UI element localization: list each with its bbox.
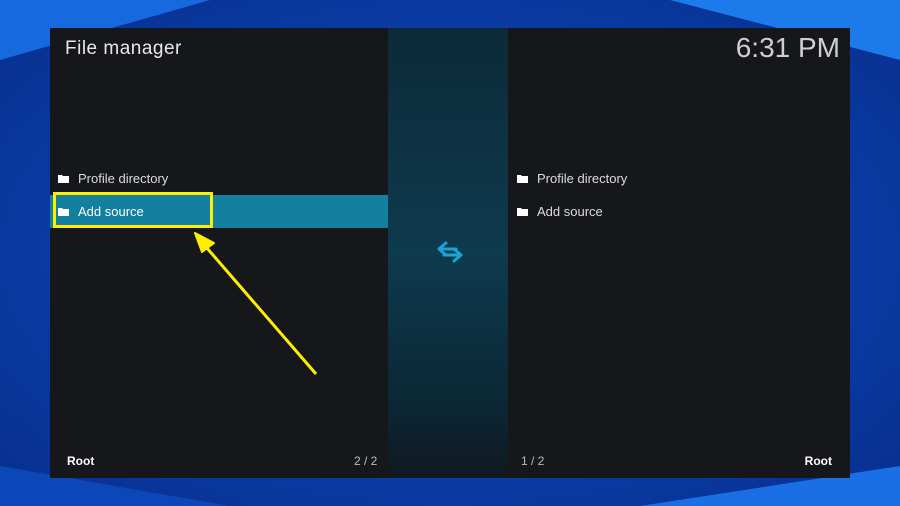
file-manager-window: File manager 6:31 PM Profile directory A… [50,28,850,478]
left-footer-count: 2 / 2 [354,454,378,468]
clock: 6:31 PM [735,32,840,63]
list-item-label: Add source [537,204,603,219]
folder-icon [517,208,528,216]
folder-icon [58,175,69,183]
left-footer-label: Root [67,454,95,468]
right-list-item-add-source[interactable]: Add source [510,195,850,228]
right-pane [508,28,850,478]
list-item-label: Profile directory [537,171,628,186]
right-footer-count: 1 / 2 [521,454,545,468]
list-item-label: Profile directory [78,171,169,186]
right-footer-label: Root [804,454,832,468]
page-title: File manager [65,38,182,59]
folder-icon [517,175,528,183]
left-pane [50,28,388,478]
swap-arrows-icon[interactable] [436,240,464,264]
left-list-item-profile-directory[interactable]: Profile directory [50,162,388,195]
annotation-highlight-box [53,192,213,228]
right-list-item-profile-directory[interactable]: Profile directory [510,162,850,195]
